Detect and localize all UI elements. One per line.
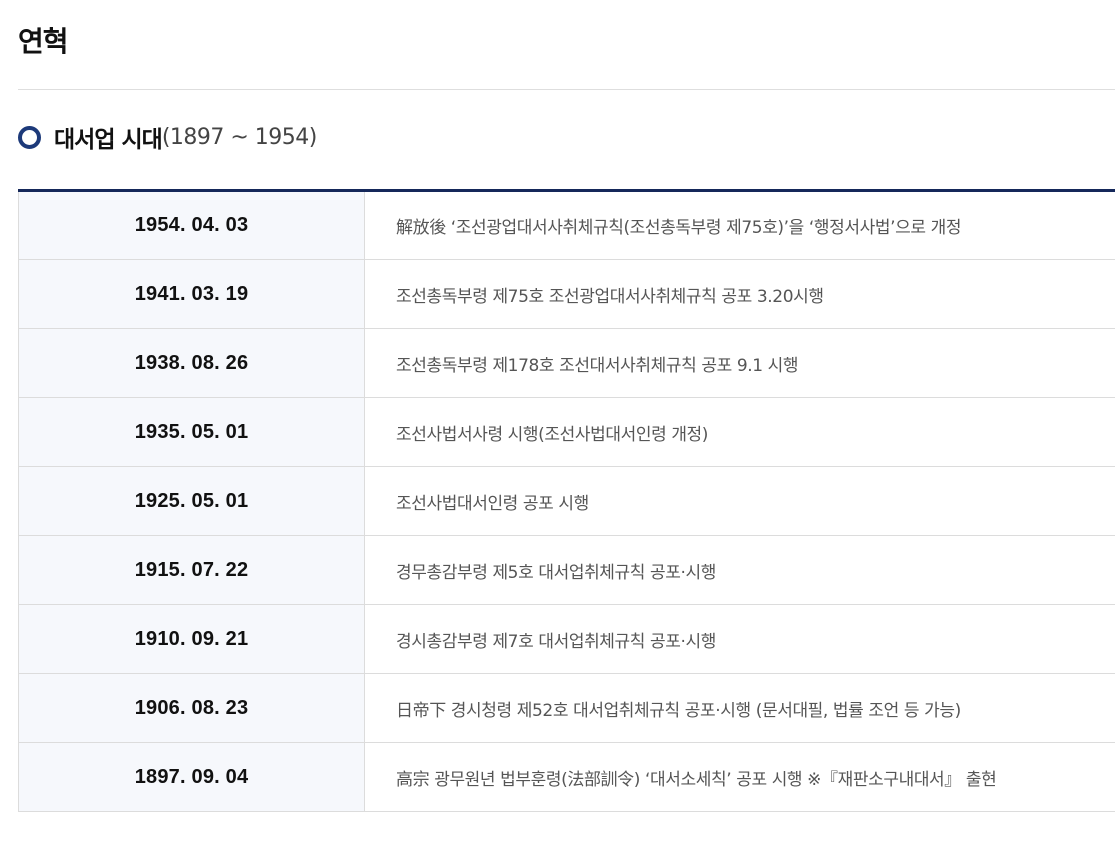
table-row: 1906. 08. 23 日帝下 경시청령 제52호 대서업취체규칙 공포·시행… — [18, 673, 1115, 743]
date-cell: 1941. 03. 19 — [18, 259, 365, 329]
event-cell: 조선사법대서인령 공포 시행 — [364, 466, 1115, 536]
table-row: 1938. 08. 26 조선총독부령 제178호 조선대서사취체규칙 공포 9… — [18, 328, 1115, 398]
event-cell: 경무총감부령 제5호 대서업취체규칙 공포·시행 — [364, 535, 1115, 605]
section-title: 대서업 시대 — [54, 127, 163, 153]
event-cell: 高宗 광무원년 법부훈령(法部訓令) ‘대서소세칙’ 공포 시행 ※『재판소구내… — [364, 742, 1115, 812]
history-table: 1954. 04. 03 解放後 ‘조선광업대서사취체규칙(조선총독부령 제75… — [18, 189, 1115, 812]
event-cell: 경시총감부령 제7호 대서업취체규칙 공포·시행 — [364, 604, 1115, 674]
date-cell: 1935. 05. 01 — [18, 397, 365, 467]
section-heading: 대서업 시대 (1897 ~ 1954) — [18, 120, 317, 154]
title-divider — [18, 89, 1115, 90]
table-row: 1910. 09. 21 경시총감부령 제7호 대서업취체규칙 공포·시행 — [18, 604, 1115, 674]
event-cell: 日帝下 경시청령 제52호 대서업취체규칙 공포·시행 (문서대필, 법률 조언… — [364, 673, 1115, 743]
event-cell: 조선총독부령 제75호 조선광업대서사취체규칙 공포 3.20시행 — [364, 259, 1115, 329]
date-cell: 1906. 08. 23 — [18, 673, 365, 743]
event-cell: 조선총독부령 제178호 조선대서사취체규칙 공포 9.1 시행 — [364, 328, 1115, 398]
table-row: 1925. 05. 01 조선사법대서인령 공포 시행 — [18, 466, 1115, 536]
table-row: 1935. 05. 01 조선사법서사령 시행(조선사법대서인령 개정) — [18, 397, 1115, 467]
date-cell: 1897. 09. 04 — [18, 742, 365, 812]
date-cell: 1910. 09. 21 — [18, 604, 365, 674]
table-row: 1954. 04. 03 解放後 ‘조선광업대서사취체규칙(조선총독부령 제75… — [18, 190, 1115, 260]
page-title: 연혁 — [18, 25, 69, 58]
table-row: 1941. 03. 19 조선총독부령 제75호 조선광업대서사취체규칙 공포 … — [18, 259, 1115, 329]
date-cell: 1915. 07. 22 — [18, 535, 365, 605]
section-period: (1897 ~ 1954) — [161, 124, 318, 150]
event-cell: 조선사법서사령 시행(조선사법대서인령 개정) — [364, 397, 1115, 467]
table-row: 1915. 07. 22 경무총감부령 제5호 대서업취체규칙 공포·시행 — [18, 535, 1115, 605]
date-cell: 1925. 05. 01 — [18, 466, 365, 536]
circle-bullet-icon — [18, 125, 41, 149]
event-cell: 解放後 ‘조선광업대서사취체규칙(조선총독부령 제75호)’을 ‘행정서사법’으… — [364, 190, 1115, 260]
date-cell: 1938. 08. 26 — [18, 328, 365, 398]
date-cell: 1954. 04. 03 — [18, 190, 365, 260]
table-row: 1897. 09. 04 高宗 광무원년 법부훈령(法部訓令) ‘대서소세칙’ … — [18, 742, 1115, 812]
